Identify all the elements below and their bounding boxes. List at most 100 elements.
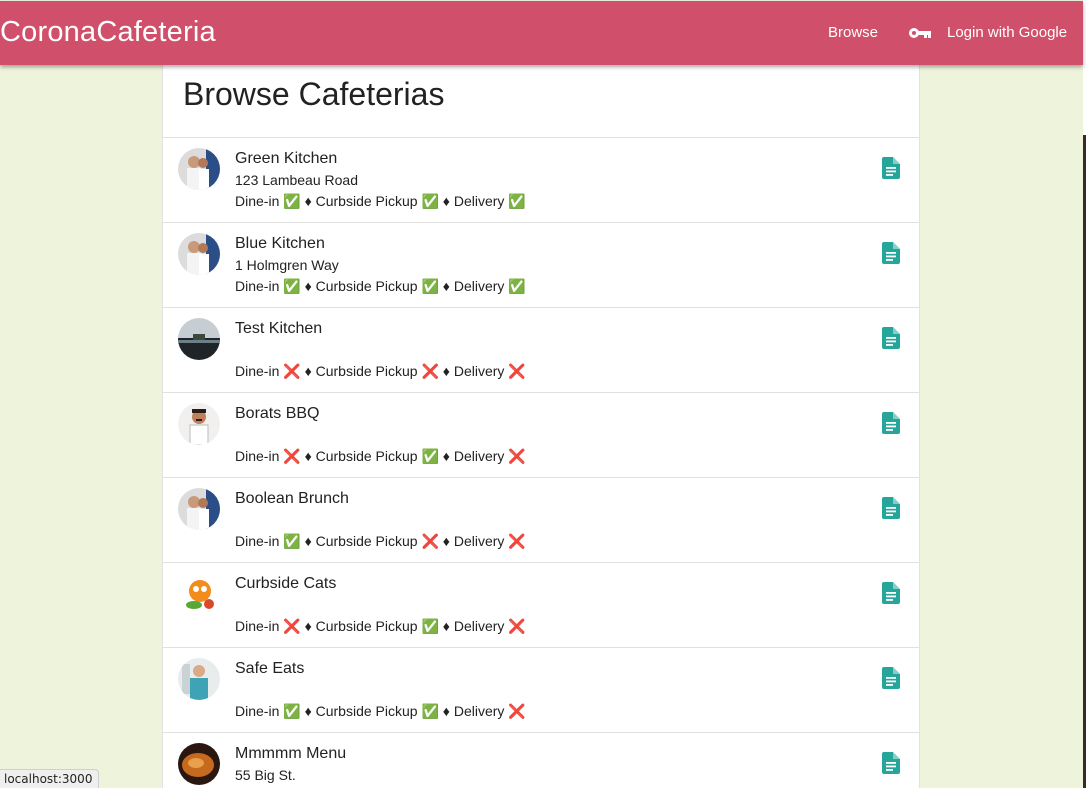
option-status-icon: ❌ — [508, 703, 526, 719]
key-icon — [909, 28, 931, 38]
cafeteria-avatar — [178, 403, 220, 445]
option-status-icon: ✅ — [421, 278, 439, 294]
option-status-icon: ✅ — [421, 703, 439, 719]
option-separator: ♦ — [304, 533, 312, 549]
cafeteria-name: Borats BBQ — [235, 405, 320, 422]
cafeteria-name: Test Kitchen — [235, 320, 323, 337]
cafeteria-row[interactable]: Curbside Cats Dine-in ❌ ♦ Curbside Pickup… — [163, 563, 919, 648]
menu-document-icon[interactable] — [882, 582, 900, 604]
menu-document-icon[interactable] — [882, 667, 900, 689]
cafeteria-name: Safe Eats — [235, 660, 305, 677]
cafeteria-avatar — [178, 233, 220, 275]
browse-link[interactable]: Browse — [828, 24, 878, 41]
login-with-google-button[interactable]: Login with Google — [908, 24, 1067, 41]
option-separator: ♦ — [304, 448, 312, 464]
option-label: Dine-in — [235, 278, 280, 294]
menu-document-icon[interactable] — [882, 412, 900, 434]
option-label: Delivery — [453, 533, 505, 549]
cafeteria-panel: Browse Cafeterias Green Kitchen 123 Lambe… — [162, 65, 920, 788]
cafeteria-row[interactable]: Blue Kitchen 1 Holmgren Way Dine-in ✅ ♦ Cu… — [163, 223, 919, 308]
option-status-icon: ❌ — [508, 448, 526, 464]
menu-document-icon[interactable] — [882, 157, 900, 179]
option-status-icon: ✅ — [283, 533, 301, 549]
option-status-icon: ✅ — [508, 278, 526, 294]
option-status-icon: ✅ — [283, 278, 301, 294]
cafeteria-list: Green Kitchen 123 Lambeau Road Dine-in ✅ ♦… — [163, 137, 919, 788]
cafeteria-avatar — [178, 318, 220, 360]
option-separator: ♦ — [304, 363, 312, 379]
cafeteria-avatar — [178, 743, 220, 785]
option-status-icon: ❌ — [508, 533, 526, 549]
cafeteria-address: 1 Holmgren Way — [235, 257, 339, 273]
option-status-icon: ❌ — [283, 618, 301, 634]
cafeteria-address: 55 Big St. — [235, 767, 296, 783]
brand-title[interactable]: CoronaCafeteria — [0, 16, 216, 49]
option-label: Delivery — [453, 618, 505, 634]
cafeteria-row[interactable]: Boolean Brunch Dine-in ✅ ♦ Curbside Picku… — [163, 478, 919, 563]
option-label: Dine-in — [235, 618, 280, 634]
option-label: Dine-in — [235, 363, 280, 379]
cafeteria-avatar — [178, 658, 220, 700]
option-separator: ♦ — [442, 278, 450, 294]
service-options: Dine-in ✅ ♦ Curbside Pickup ✅ ♦ Delivery… — [235, 278, 526, 295]
cafeteria-name: Boolean Brunch — [235, 490, 349, 507]
option-separator: ♦ — [442, 618, 450, 634]
option-label: Curbside Pickup — [315, 278, 418, 294]
option-label: Dine-in — [235, 703, 280, 719]
option-label: Delivery — [453, 363, 505, 379]
service-options: Dine-in ❌ ♦ Curbside Pickup ❌ ♦ Delivery… — [235, 363, 526, 380]
option-separator: ♦ — [442, 703, 450, 719]
option-separator: ♦ — [304, 703, 312, 719]
option-status-icon: ✅ — [421, 193, 439, 209]
option-status-icon: ❌ — [421, 363, 439, 379]
option-status-icon: ✅ — [421, 448, 439, 464]
option-label: Curbside Pickup — [315, 448, 418, 464]
option-status-icon: ✅ — [283, 193, 301, 209]
app-bar: CoronaCafeteria Browse Login with Google — [0, 1, 1083, 65]
cafeteria-avatar — [178, 148, 220, 190]
option-label: Delivery — [453, 703, 505, 719]
cafeteria-row[interactable]: Mmmmm Menu55 Big St.Dine-in ♦ Curbside P… — [163, 733, 919, 788]
cafeteria-row[interactable]: Safe Eats Dine-in ✅ ♦ Curbside Pickup ✅ ♦… — [163, 648, 919, 733]
status-url: localhost:3000 — [0, 769, 100, 788]
service-options: Dine-in ❌ ♦ Curbside Pickup ✅ ♦ Delivery… — [235, 448, 526, 465]
option-separator: ♦ — [442, 193, 450, 209]
menu-document-icon[interactable] — [882, 752, 900, 774]
option-status-icon: ❌ — [283, 363, 301, 379]
page-title: Browse Cafeterias — [183, 76, 445, 112]
cafeteria-name: Green Kitchen — [235, 150, 338, 167]
cafeteria-name: Blue Kitchen — [235, 235, 325, 252]
option-label: Curbside Pickup — [315, 533, 418, 549]
menu-document-icon[interactable] — [882, 327, 900, 349]
menu-document-icon[interactable] — [882, 242, 900, 264]
cafeteria-row[interactable]: Borats BBQ Dine-in ❌ ♦ Curbside Pickup ✅ … — [163, 393, 919, 478]
option-label: Curbside Pickup — [315, 193, 418, 209]
cafeteria-avatar — [178, 573, 220, 615]
service-options: Dine-in ❌ ♦ Curbside Pickup ✅ ♦ Delivery… — [235, 618, 526, 635]
option-label: Curbside Pickup — [315, 618, 418, 634]
cafeteria-row[interactable]: Test Kitchen Dine-in ❌ ♦ Curbside Pickup … — [163, 308, 919, 393]
menu-document-icon[interactable] — [882, 497, 900, 519]
option-status-icon: ✅ — [283, 703, 301, 719]
option-separator: ♦ — [442, 533, 450, 549]
option-separator: ♦ — [442, 363, 450, 379]
cafeteria-name: Curbside Cats — [235, 575, 337, 592]
option-label: Delivery — [453, 193, 505, 209]
option-label: Curbside Pickup — [315, 363, 418, 379]
option-status-icon: ❌ — [283, 448, 301, 464]
option-status-icon: ❌ — [508, 363, 526, 379]
option-status-icon: ✅ — [508, 193, 526, 209]
option-label: Delivery — [453, 448, 505, 464]
option-separator: ♦ — [442, 448, 450, 464]
cafeteria-avatar — [178, 488, 220, 530]
option-label: Dine-in — [235, 448, 280, 464]
cafeteria-name: Mmmmm Menu — [235, 745, 347, 762]
option-label: Dine-in — [235, 533, 280, 549]
option-status-icon: ✅ — [421, 618, 439, 634]
option-separator: ♦ — [304, 278, 312, 294]
option-label: Dine-in — [235, 193, 280, 209]
service-options: Dine-in ✅ ♦ Curbside Pickup ❌ ♦ Delivery… — [235, 533, 526, 550]
service-options: Dine-in ✅ ♦ Curbside Pickup ✅ ♦ Delivery… — [235, 193, 526, 210]
cafeteria-row[interactable]: Green Kitchen 123 Lambeau Road Dine-in ✅ ♦… — [163, 138, 919, 223]
cafeteria-address: 123 Lambeau Road — [235, 172, 358, 188]
